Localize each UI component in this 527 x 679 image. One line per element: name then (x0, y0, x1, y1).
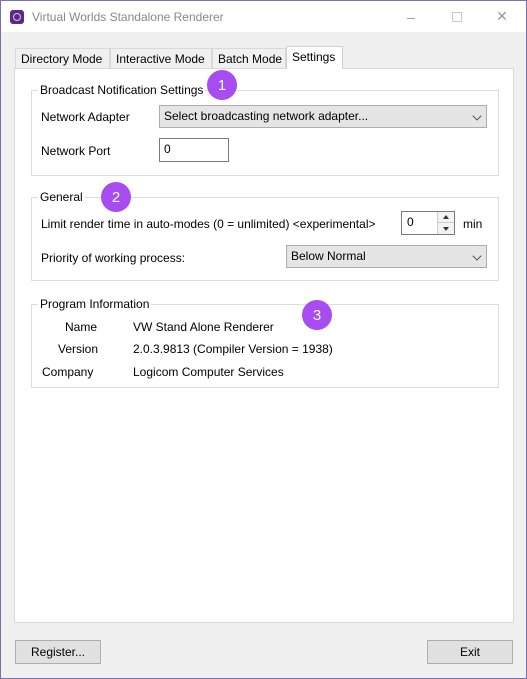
general-group: General Limit render time in auto-modes … (31, 190, 499, 281)
arrow-down-icon (443, 226, 449, 231)
info-version-value: 2.0.3.9813 (Compiler Version = 1938) (133, 342, 333, 356)
tab-interactive-mode[interactable]: Interactive Mode (110, 48, 212, 69)
close-icon: ✕ (496, 8, 508, 24)
title-bar[interactable]: Virtual Worlds Standalone Renderer – ✕ (1, 1, 526, 32)
priority-value: Below Normal (291, 249, 366, 263)
spinner-down-button[interactable] (438, 223, 454, 234)
network-port-input[interactable]: 0 (159, 138, 229, 162)
exit-button[interactable]: Exit (427, 640, 513, 664)
tab-directory-mode[interactable]: Directory Mode (15, 48, 110, 69)
tab-batch-mode[interactable]: Batch Mode (212, 48, 286, 69)
register-button[interactable]: Register... (15, 640, 101, 664)
maximize-icon (452, 11, 462, 22)
render-time-unit: min (463, 217, 483, 231)
network-adapter-select[interactable]: Select broadcasting network adapter... (159, 105, 487, 128)
arrow-up-icon (443, 215, 449, 219)
annotation-badge-1: 1 (207, 70, 237, 100)
network-port-label: Network Port (41, 144, 111, 158)
network-adapter-label: Network Adapter (41, 110, 130, 124)
network-adapter-value: Select broadcasting network adapter... (164, 109, 369, 123)
priority-label: Priority of working process: (41, 251, 186, 265)
broadcast-settings-title: Broadcast Notification Settings (38, 83, 206, 97)
info-company-key: Company (42, 365, 94, 379)
chevron-down-icon (472, 251, 482, 261)
render-time-limit-label: Limit render time in auto-modes (0 = unl… (41, 217, 376, 231)
spinner-buttons (437, 212, 454, 234)
program-information-title: Program Information (38, 297, 152, 311)
annotation-badge-3: 3 (302, 300, 332, 330)
info-name-value: VW Stand Alone Renderer (133, 320, 274, 334)
settings-panel: Broadcast Notification Settings Network … (14, 68, 514, 623)
render-time-limit-spinner[interactable]: 0 (401, 211, 455, 235)
app-icon (10, 10, 24, 24)
close-button[interactable]: ✕ (479, 1, 525, 32)
info-company-value: Logicom Computer Services (133, 365, 284, 379)
priority-select[interactable]: Below Normal (286, 245, 487, 268)
program-information-group: Program Information Name VW Stand Alone … (31, 297, 499, 388)
minimize-button[interactable]: – (388, 1, 434, 32)
general-title: General (38, 190, 85, 204)
info-version-key: Version (58, 342, 99, 356)
minimize-icon: – (407, 8, 415, 25)
maximize-button[interactable] (434, 1, 480, 32)
app-window: Virtual Worlds Standalone Renderer – ✕ D… (0, 0, 527, 679)
render-time-limit-value: 0 (407, 215, 414, 229)
broadcast-settings-group: Broadcast Notification Settings Network … (31, 83, 499, 176)
window-title: Virtual Worlds Standalone Renderer (32, 10, 224, 24)
spinner-up-button[interactable] (438, 212, 454, 223)
info-name-key: Name (65, 320, 98, 334)
tab-settings[interactable]: Settings (286, 46, 343, 69)
annotation-badge-2: 2 (101, 182, 131, 212)
chevron-down-icon (472, 111, 482, 121)
